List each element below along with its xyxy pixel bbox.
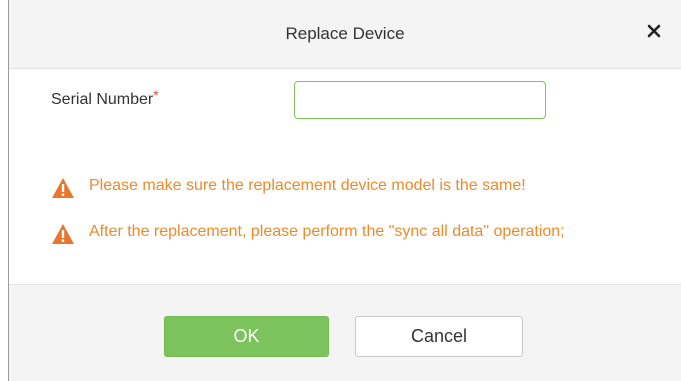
warning-icon bbox=[51, 223, 75, 245]
dialog-header: Replace Device bbox=[9, 0, 681, 69]
close-icon[interactable] bbox=[643, 20, 665, 42]
serial-number-input[interactable] bbox=[294, 81, 546, 119]
dialog-footer: OK Cancel bbox=[9, 284, 681, 381]
replace-device-dialog: Replace Device Serial Number* Please mak… bbox=[8, 0, 681, 381]
serial-number-label: Serial Number* bbox=[51, 87, 159, 109]
warning-message-sync: After the replacement, please perform th… bbox=[51, 222, 611, 245]
dialog-title: Replace Device bbox=[285, 24, 405, 43]
required-marker: * bbox=[153, 87, 159, 103]
serial-number-label-text: Serial Number bbox=[51, 91, 154, 108]
warning-text: Please make sure the replacement device … bbox=[89, 177, 526, 194]
cancel-button[interactable]: Cancel bbox=[355, 316, 523, 357]
warning-message-model: Please make sure the replacement device … bbox=[51, 176, 526, 199]
warning-icon bbox=[51, 177, 75, 199]
ok-button[interactable]: OK bbox=[164, 316, 329, 357]
warning-text: After the replacement, please perform th… bbox=[89, 223, 565, 240]
